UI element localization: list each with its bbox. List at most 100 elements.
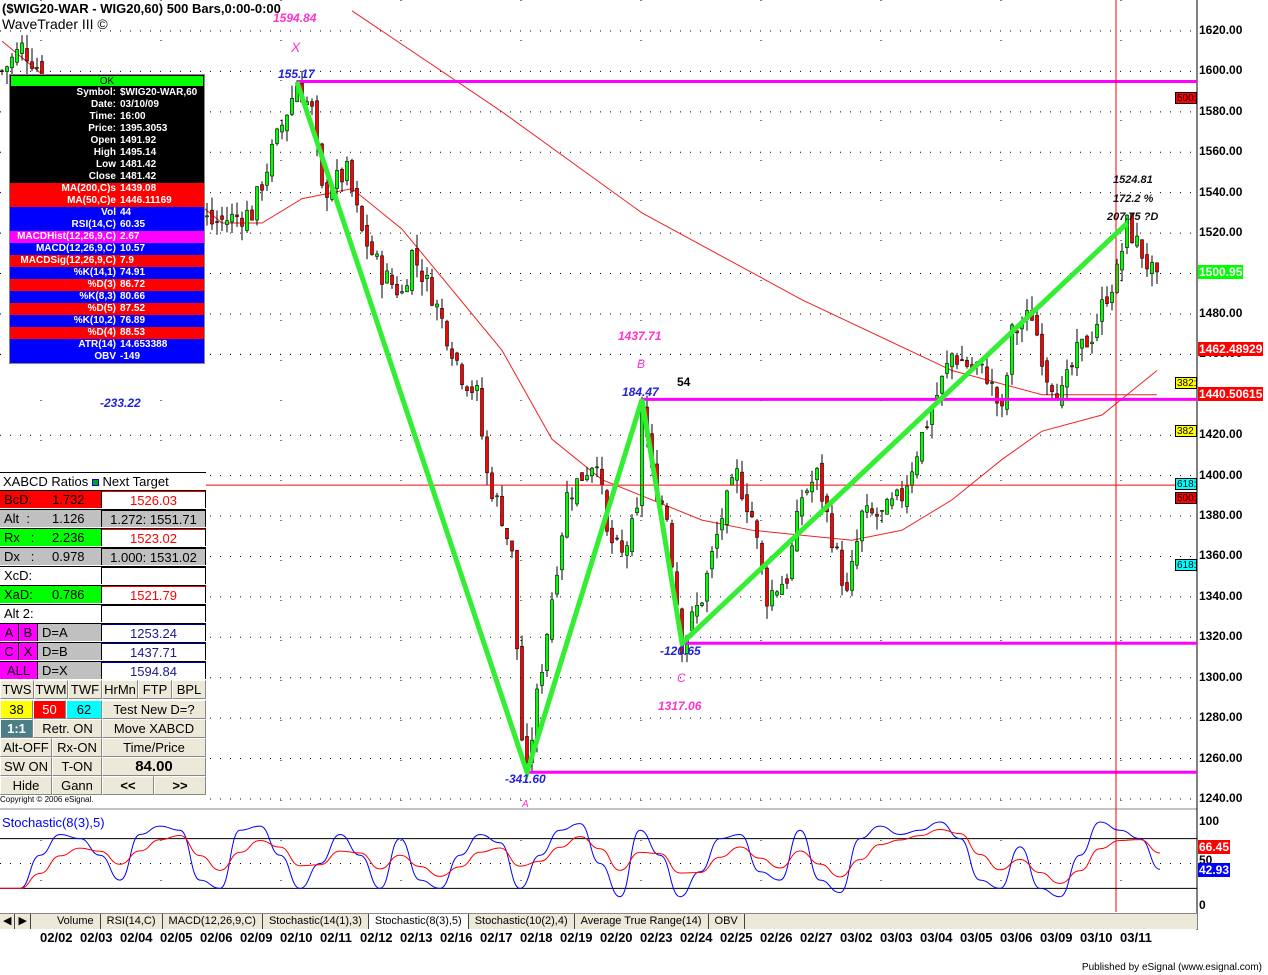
candle bbox=[780, 575, 784, 595]
x-tick-label: 03/02 bbox=[840, 930, 873, 945]
candle-body bbox=[480, 388, 484, 437]
candle-body bbox=[785, 578, 789, 584]
point-c-button[interactable]: C bbox=[0, 643, 19, 660]
twm-button[interactable]: TWM bbox=[34, 680, 68, 699]
candle-body bbox=[430, 277, 434, 306]
fib-marker: 500: bbox=[1175, 491, 1197, 504]
bpl-button[interactable]: BPL bbox=[172, 680, 206, 699]
candle-body bbox=[610, 527, 614, 544]
candle-body bbox=[700, 602, 704, 606]
candle bbox=[600, 456, 604, 495]
candle-body bbox=[1075, 342, 1079, 369]
x-tick-label: 02/17 bbox=[480, 930, 513, 945]
ftp-button[interactable]: FTP bbox=[138, 680, 172, 699]
y-tick-label: 1540.00 bbox=[1199, 184, 1243, 199]
candle bbox=[1005, 372, 1009, 416]
candle bbox=[390, 268, 394, 289]
x-tick-label: 03/09 bbox=[1040, 930, 1073, 945]
twf-button[interactable]: TWF bbox=[68, 680, 102, 699]
candle bbox=[805, 488, 809, 496]
ok-button[interactable]: OK bbox=[10, 75, 204, 87]
candle bbox=[30, 48, 34, 72]
sw-on-button[interactable]: SW ON bbox=[0, 757, 52, 776]
tws-button[interactable]: TWS bbox=[0, 680, 34, 699]
toggle-icon[interactable] bbox=[91, 479, 99, 486]
tab-macd-12-26-9-c-[interactable]: MACD(12,26,9,C) bbox=[163, 914, 263, 929]
x-tick-label: 03/05 bbox=[960, 930, 993, 945]
prev-button[interactable]: << bbox=[102, 776, 154, 795]
info-panel: OK Symbol: $WIG20-WAR,60 Date: 03/10/09 Time… bbox=[9, 74, 205, 364]
value-field[interactable]: 84.00 bbox=[102, 757, 206, 776]
tab-stochastic-8-3-5-[interactable]: Stochastic(8(3),5) bbox=[368, 914, 469, 929]
candle bbox=[770, 579, 774, 611]
t-on-button[interactable]: T-ON bbox=[52, 757, 102, 776]
hide-button[interactable]: Hide bbox=[0, 776, 52, 795]
candle-body bbox=[885, 499, 889, 515]
point-all-button[interactable]: ALL bbox=[0, 662, 38, 679]
candle bbox=[950, 352, 954, 380]
candle bbox=[755, 518, 759, 549]
scroll-right-icon[interactable]: ▶ bbox=[15, 914, 31, 929]
candle-body bbox=[1060, 385, 1064, 406]
candle-body bbox=[440, 308, 444, 319]
fib-38-button[interactable]: 38 bbox=[0, 700, 33, 719]
point-target: 1437.71 bbox=[102, 643, 206, 660]
point-target: 1253.24 bbox=[102, 624, 206, 641]
scroll-left-icon[interactable]: ◀ bbox=[0, 914, 16, 929]
candle-body bbox=[1040, 333, 1044, 367]
info-label: Low bbox=[96, 159, 116, 170]
ratio-button[interactable]: 1:1 bbox=[0, 719, 33, 738]
point-a-button[interactable]: A bbox=[0, 624, 19, 641]
fib-62-button[interactable]: 62 bbox=[66, 700, 102, 719]
candle bbox=[505, 527, 509, 546]
alt-off-button[interactable]: Alt-OFF bbox=[0, 738, 52, 757]
candle bbox=[720, 508, 724, 540]
point-b-button[interactable]: B bbox=[19, 624, 38, 641]
candle-body bbox=[1065, 369, 1069, 388]
candle bbox=[385, 263, 389, 284]
next-button[interactable]: >> bbox=[154, 776, 206, 795]
ratio-cell: XcD: bbox=[0, 567, 102, 584]
candle bbox=[265, 163, 269, 191]
candle-body bbox=[870, 508, 874, 514]
x-tick-label: 02/13 bbox=[400, 930, 433, 945]
candle bbox=[355, 180, 359, 213]
info-row: Date: 03/10/09 bbox=[10, 99, 204, 111]
candle bbox=[860, 509, 864, 552]
tab-rsi-14-c-[interactable]: RSI(14,C) bbox=[101, 914, 163, 929]
candle-body bbox=[280, 124, 284, 133]
tab-stochastic-14-1-3-[interactable]: Stochastic(14(1),3) bbox=[263, 914, 369, 929]
candle bbox=[550, 592, 554, 643]
candle-body bbox=[270, 143, 274, 177]
point-x-button[interactable]: X bbox=[19, 643, 38, 660]
tab-stochastic-10-2-4-[interactable]: Stochastic(10(2),4) bbox=[469, 914, 575, 929]
info-value: 1395.3053 bbox=[120, 123, 168, 134]
retr-button[interactable]: Retr. ON bbox=[33, 719, 102, 738]
candle-body bbox=[15, 49, 19, 63]
tab-volume[interactable]: Volume bbox=[51, 914, 101, 929]
time-price-button[interactable]: Time/Price bbox=[102, 738, 206, 757]
move-xabcd-button[interactable]: Move XABCD bbox=[102, 719, 206, 738]
candle-body bbox=[250, 209, 254, 221]
info-row: MACDHist(12,26,9,C) 2.67 bbox=[10, 231, 204, 243]
candle-body bbox=[745, 494, 749, 513]
annotation-d-price: 1524.81 bbox=[1113, 174, 1153, 186]
rx-on-button[interactable]: Rx-ON bbox=[52, 738, 102, 757]
point-equation: D=X bbox=[38, 662, 102, 679]
ratio-name: BcD: bbox=[4, 492, 33, 507]
ratio-cell: Dx : 0.978 bbox=[0, 548, 102, 565]
candle bbox=[840, 541, 844, 596]
ratio-name: Alt 2: bbox=[4, 606, 34, 621]
fib-50-button[interactable]: 50 bbox=[33, 700, 66, 719]
info-value: 1439.08 bbox=[120, 183, 157, 194]
candle bbox=[350, 158, 354, 197]
tab-average-true-range-14-[interactable]: Average True Range(14) bbox=[575, 914, 709, 929]
annotation-x-move: 155.17 bbox=[278, 67, 315, 81]
hrmn-button[interactable]: HrMn bbox=[102, 680, 138, 699]
y-tick-label: 1520.00 bbox=[1199, 225, 1243, 240]
candle bbox=[1105, 286, 1109, 307]
gann-button[interactable]: Gann bbox=[52, 776, 102, 795]
test-new-d-button[interactable]: Test New D=? bbox=[102, 700, 206, 719]
tab-obv[interactable]: OBV bbox=[709, 914, 745, 929]
annotation-b-label: B bbox=[637, 357, 646, 371]
